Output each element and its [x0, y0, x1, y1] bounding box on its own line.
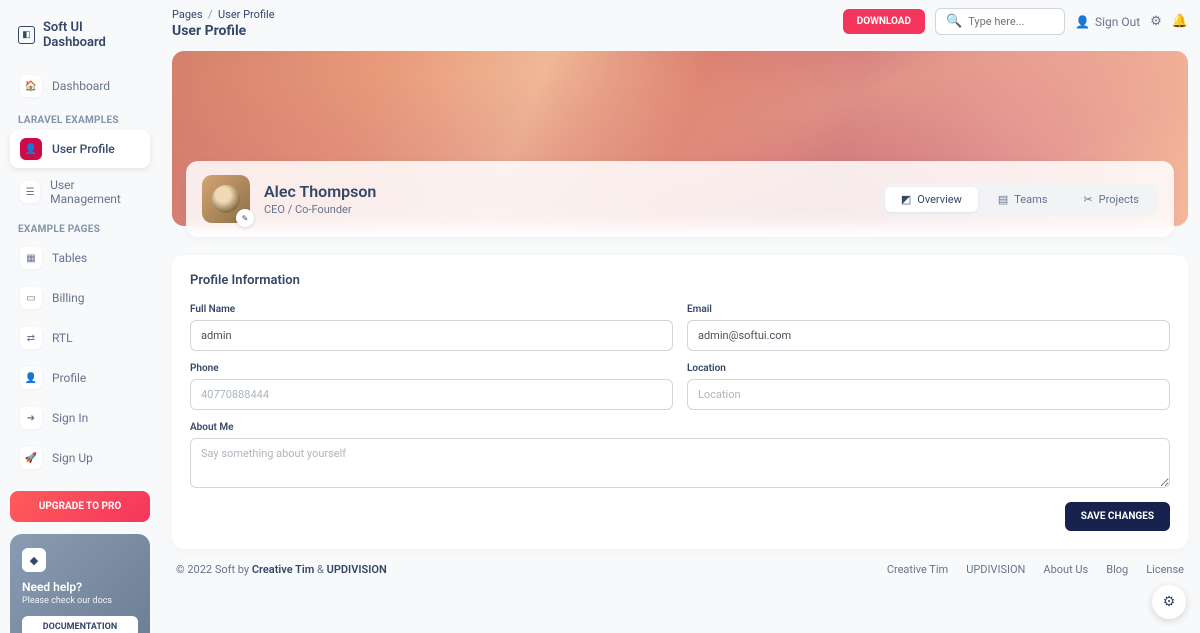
sidebar-item-tables[interactable]: ▦ Tables — [10, 239, 150, 277]
search-icon: 🔍 — [946, 14, 962, 29]
profile-tabs: ◩Overview ▤Teams ✂Projects — [882, 184, 1158, 215]
about-textarea[interactable] — [190, 438, 1170, 488]
phone-input[interactable] — [190, 379, 673, 410]
settings-fab[interactable]: ⚙ — [1152, 585, 1186, 619]
save-button[interactable]: SAVE CHANGES — [1065, 502, 1170, 531]
list-icon: ☰ — [20, 181, 40, 203]
footer: © 2022 Soft by Creative Tim & UPDIVISION… — [172, 549, 1188, 580]
document-icon: ▤ — [998, 193, 1008, 206]
help-subtitle: Please check our docs — [22, 596, 138, 606]
sidebar-item-label: Sign In — [52, 411, 88, 425]
footer-copyright: © 2022 Soft by Creative Tim & UPDIVISION — [176, 563, 387, 576]
download-button[interactable]: DOWNLOAD — [843, 9, 925, 34]
location-input[interactable] — [687, 379, 1170, 410]
sidebar-item-label: User Profile — [52, 142, 115, 156]
sidebar-item-signin[interactable]: ➜ Sign In — [10, 399, 150, 437]
footer-ct-link[interactable]: Creative Tim — [252, 563, 314, 576]
help-title: Need help? — [22, 580, 138, 594]
search-box[interactable]: 🔍 — [935, 8, 1065, 35]
user-icon: 👤 — [20, 138, 42, 160]
breadcrumb: Pages / User Profile User Profile — [172, 8, 275, 39]
breadcrumb-current: User Profile — [218, 8, 275, 21]
footer-upd-link[interactable]: UPDIVISION — [327, 563, 387, 576]
phone-label: Phone — [190, 363, 673, 374]
table-icon: ▦ — [20, 247, 42, 269]
profile-icon: 👤 — [20, 367, 42, 389]
sidebar-item-user-profile[interactable]: 👤 User Profile — [10, 130, 150, 168]
section-laravel: LARAVEL EXAMPLES — [10, 107, 150, 130]
avatar-edit-button[interactable]: ✎ — [236, 209, 254, 227]
main-content: Pages / User Profile User Profile DOWNLO… — [160, 0, 1200, 633]
logo-icon: ◧ — [18, 26, 35, 44]
profile-header-card: ✎ Alec Thompson CEO / Co-Founder ◩Overvi… — [186, 161, 1174, 237]
help-card: ◆ Need help? Please check our docs DOCUM… — [10, 534, 150, 633]
breadcrumb-root[interactable]: Pages — [172, 8, 203, 21]
signup-icon: 🚀 — [20, 447, 42, 469]
search-input[interactable] — [968, 15, 1054, 28]
sidebar-item-label: User Management — [50, 178, 140, 206]
footer-link-about[interactable]: About Us — [1043, 563, 1088, 576]
sidebar: ◧ Soft UI Dashboard 🏠 Dashboard LARAVEL … — [0, 0, 160, 633]
sidebar-item-label: Sign Up — [52, 451, 93, 465]
location-label: Location — [687, 363, 1170, 374]
rtl-icon: ⇄ — [20, 327, 42, 349]
bell-icon[interactable]: 🔔 — [1172, 14, 1188, 29]
sidebar-item-label: RTL — [52, 331, 73, 345]
profile-name: Alec Thompson — [264, 182, 376, 201]
settings-icon[interactable]: ⚙ — [1150, 14, 1162, 29]
upgrade-button[interactable]: UPGRADE TO PRO — [10, 491, 150, 522]
cube-icon: ◩ — [901, 193, 911, 206]
fullname-input[interactable] — [190, 320, 673, 351]
email-label: Email — [687, 304, 1170, 315]
signin-icon: ➜ — [20, 407, 42, 429]
sidebar-item-label: Dashboard — [52, 79, 110, 93]
topbar: Pages / User Profile User Profile DOWNLO… — [172, 0, 1188, 51]
brand-logo[interactable]: ◧ Soft UI Dashboard — [10, 15, 150, 55]
fullname-label: Full Name — [190, 304, 673, 315]
sidebar-item-label: Profile — [52, 371, 86, 385]
card-icon: ▭ — [20, 287, 42, 309]
signout-label: Sign Out — [1095, 15, 1140, 29]
section-example: EXAMPLE PAGES — [10, 216, 150, 239]
shop-icon: 🏠 — [20, 75, 42, 97]
tab-teams[interactable]: ▤Teams — [982, 187, 1064, 212]
sidebar-item-rtl[interactable]: ⇄ RTL — [10, 319, 150, 357]
avatar: ✎ — [202, 175, 250, 223]
sidebar-item-user-management[interactable]: ☰ User Management — [10, 170, 150, 214]
sidebar-item-label: Tables — [52, 251, 87, 265]
tab-overview[interactable]: ◩Overview — [885, 187, 978, 212]
email-input[interactable] — [687, 320, 1170, 351]
footer-link-upd[interactable]: UPDIVISION — [966, 563, 1025, 576]
gear-icon: ⚙ — [1163, 594, 1176, 610]
signout-link[interactable]: 👤 Sign Out — [1075, 15, 1140, 29]
help-icon: ◆ — [22, 548, 46, 572]
about-label: About Me — [190, 422, 1170, 433]
sidebar-item-profile[interactable]: 👤 Profile — [10, 359, 150, 397]
brand-name: Soft UI Dashboard — [43, 20, 142, 50]
documentation-button[interactable]: DOCUMENTATION — [22, 616, 138, 633]
tab-projects[interactable]: ✂Projects — [1067, 187, 1155, 212]
footer-link-blog[interactable]: Blog — [1106, 563, 1128, 576]
tools-icon: ✂ — [1083, 193, 1092, 206]
sidebar-item-signup[interactable]: 🚀 Sign Up — [10, 439, 150, 477]
form-title: Profile Information — [190, 273, 1170, 288]
page-title: User Profile — [172, 23, 275, 39]
user-icon: 👤 — [1075, 15, 1090, 29]
footer-link-license[interactable]: License — [1146, 563, 1184, 576]
sidebar-item-dashboard[interactable]: 🏠 Dashboard — [10, 67, 150, 105]
sidebar-item-label: Billing — [52, 291, 85, 305]
profile-role: CEO / Co-Founder — [264, 203, 376, 216]
sidebar-item-billing[interactable]: ▭ Billing — [10, 279, 150, 317]
footer-link-ct[interactable]: Creative Tim — [887, 563, 948, 576]
profile-form-card: Profile Information Full Name Email Phon… — [172, 255, 1188, 549]
